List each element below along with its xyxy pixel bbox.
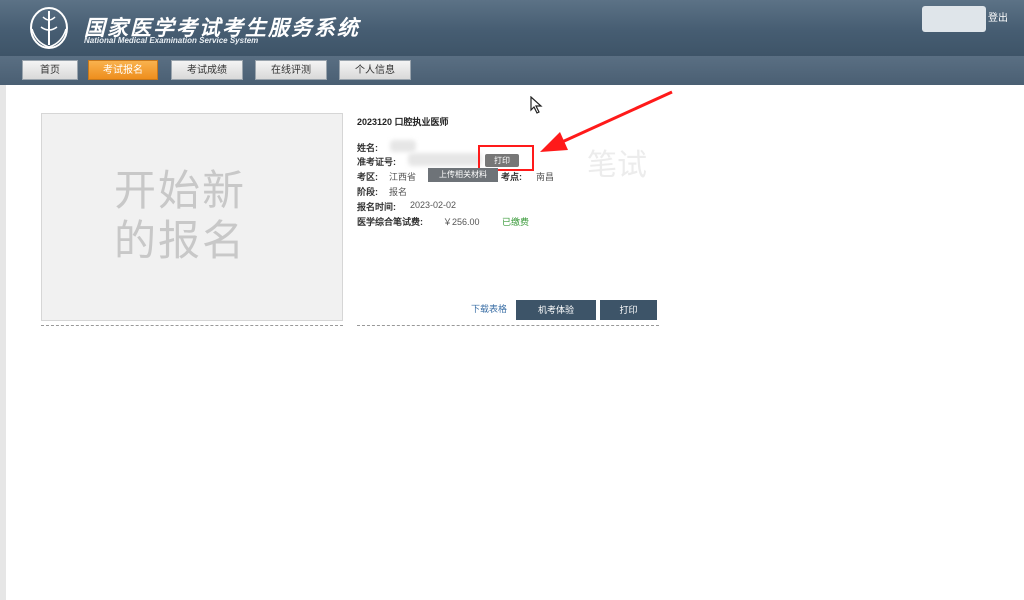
new-registration-label: 开始新的报名 <box>114 166 247 265</box>
site-value: 南昌 <box>536 172 555 182</box>
main-nav: 首页 考试报名 考试成绩 在线评测 个人信息 <box>0 56 1024 85</box>
stage-value: 报名 <box>389 187 408 197</box>
logout-link[interactable]: 登出 <box>988 9 1008 24</box>
tab-exam-results[interactable]: 考试成绩 <box>171 60 243 80</box>
site-subtitle: National Medical Examination Service Sys… <box>84 36 259 45</box>
site-header: 国家医学考试考生服务系统 National Medical Examinatio… <box>0 0 1024 56</box>
ticket-redacted <box>408 153 482 166</box>
area-value: 江西省 <box>389 172 417 182</box>
logo-icon <box>30 7 68 49</box>
name-label: 姓名: <box>357 143 378 153</box>
fee-label: 医学综合笔试费: <box>357 217 423 227</box>
mouse-cursor-icon <box>530 96 543 114</box>
exam-title: 2023120 口腔执业医师 <box>357 117 449 127</box>
tab-home[interactable]: 首页 <box>22 60 78 80</box>
new-registration-card[interactable]: 开始新的报名 <box>41 113 343 321</box>
stage-label: 阶段: <box>357 187 378 197</box>
site-label: 考点: <box>501 172 522 182</box>
user-avatar-box[interactable] <box>922 6 986 32</box>
divider <box>357 325 659 326</box>
time-label: 报名时间: <box>357 202 396 212</box>
tab-exam-registration[interactable]: 考试报名 <box>88 60 158 80</box>
area-label: 考区: <box>357 172 378 182</box>
name-redacted <box>390 140 416 152</box>
cbt-trial-button[interactable]: 机考体验 <box>516 300 596 320</box>
fee-value: ￥256.00 <box>443 217 480 227</box>
print-button[interactable]: 打印 <box>600 300 657 320</box>
written-exam-watermark: 笔试 <box>587 148 647 183</box>
tab-personal-info[interactable]: 个人信息 <box>339 60 411 80</box>
time-value: 2023-02-02 <box>410 200 457 210</box>
tab-online-assessment[interactable]: 在线评测 <box>255 60 327 80</box>
upload-materials-button[interactable]: 上传相关材料 <box>428 168 498 182</box>
ticket-label: 准考证号: <box>357 157 396 167</box>
divider <box>41 325 343 326</box>
download-form-link[interactable]: 下载表格 <box>471 302 507 315</box>
fee-status-badge: 已缴费 <box>502 217 530 227</box>
